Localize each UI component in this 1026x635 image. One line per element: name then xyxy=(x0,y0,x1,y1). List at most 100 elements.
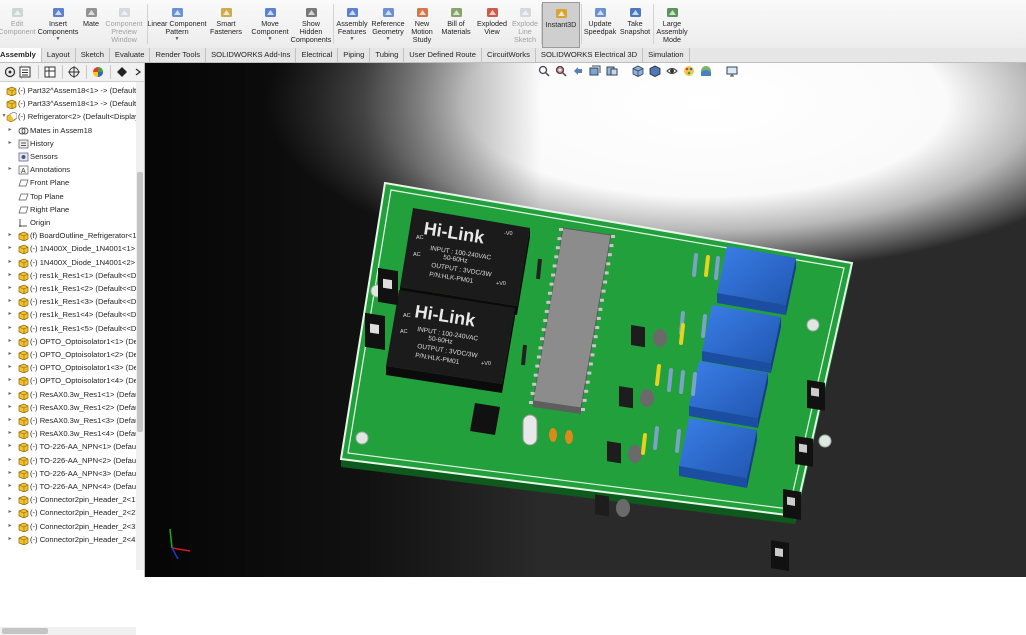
panel-overflow-chevron-icon[interactable] xyxy=(132,65,144,79)
tree-item[interactable]: ▸ (f) BoardOutline_Refrigerator<1> xyxy=(0,229,136,242)
tree-expander-icon[interactable]: ▸ xyxy=(7,295,13,308)
tree-expander-icon[interactable]: ▸ xyxy=(7,388,13,401)
tree-item[interactable]: ▸ (-) TO-226-AA_NPN<2> (Default xyxy=(0,454,136,467)
tree-expander-icon[interactable]: ▸ xyxy=(7,520,13,533)
tree-item[interactable]: ▸ (-) res1k_Res1<1> (Default<<Def xyxy=(0,269,136,282)
tree-expander-icon[interactable]: ▸ xyxy=(7,137,13,150)
tree-item[interactable]: (-) Part32^Assem18<1> -> (Default< xyxy=(0,84,136,97)
tree-expander-icon[interactable]: ▸ xyxy=(7,124,13,137)
configuration-manager-tab-icon[interactable] xyxy=(40,65,60,79)
tree-item[interactable]: ▸ (-) TO-226-AA_NPN<4> (Default xyxy=(0,480,136,493)
tab-render-tools[interactable]: Render Tools xyxy=(150,48,207,62)
tree-item[interactable]: ▸ (-) Connector2pin_Header_2<3> xyxy=(0,520,136,533)
linear-component-pattern-dropdown-arrow-icon[interactable]: ▼ xyxy=(175,36,180,42)
tree-item[interactable]: ▸ (-) ResAX0.3w_Res1<1> (Default xyxy=(0,388,136,401)
exploded-view-button[interactable]: Exploded View xyxy=(476,2,508,46)
reference-geometry-button[interactable]: Reference Geometry ▼ xyxy=(370,2,406,46)
tree-expander-icon[interactable]: ▸ xyxy=(7,163,13,176)
large-assembly-mode-button[interactable]: Large Assembly Mode xyxy=(655,2,689,46)
linear-component-pattern-button[interactable]: Linear Component Pattern ▼ xyxy=(146,2,208,46)
tab-assembly[interactable]: Assembly xyxy=(0,48,42,62)
tree-item[interactable]: ▸ (-) OPTO_Optoisolator1<4> (Def xyxy=(0,374,136,387)
new-motion-study-button[interactable]: New Motion Study xyxy=(408,2,436,46)
tree-vertical-scrollbar-thumb[interactable] xyxy=(137,172,143,432)
tree-item[interactable]: Top Plane xyxy=(0,190,136,203)
tab-solidworks-add-ins[interactable]: SOLIDWORKS Add-Ins xyxy=(206,48,297,62)
display-manager-tab-icon[interactable] xyxy=(88,65,108,79)
tree-item[interactable]: Front Plane xyxy=(0,176,136,189)
tree-expander-icon[interactable]: ▸ xyxy=(7,480,13,493)
cam-manager-tab-icon[interactable] xyxy=(112,65,132,79)
tree-item[interactable]: ▸ (-) 1N400X_Diode_1N4001<2> (D xyxy=(0,256,136,269)
tree-expander-icon[interactable]: ▸ xyxy=(7,533,13,546)
tree-item[interactable]: ▸ (-) res1k_Res1<4> (Default<<Def xyxy=(0,308,136,321)
tree-item[interactable]: ▸ (-) res1k_Res1<5> (Default<<Def xyxy=(0,322,136,335)
smart-fasteners-button[interactable]: Smart Fasteners xyxy=(210,2,242,46)
tree-expander-icon[interactable]: ▸ xyxy=(7,467,13,480)
tree-item[interactable]: ▸ (-) res1k_Res1<3> (Default<<Def xyxy=(0,295,136,308)
component-preview-window-button[interactable]: Component Preview Window xyxy=(104,2,144,46)
tree-item[interactable]: ▸ A Annotations xyxy=(0,163,136,176)
tree-item[interactable]: ▸ (-) ResAX0.3w_Res1<3> (Default xyxy=(0,414,136,427)
insert-components-button[interactable]: Insert Components ▼ xyxy=(38,2,78,46)
tree-expander-icon[interactable]: ▸ xyxy=(7,269,13,282)
tree-item[interactable]: Origin xyxy=(0,216,136,229)
tree-horizontal-scrollbar[interactable] xyxy=(0,627,136,635)
tab-user-defined-route[interactable]: User Defined Route xyxy=(404,48,482,62)
tab-circuitworks[interactable]: CircuitWorks xyxy=(482,48,536,62)
pcb-3d-model[interactable]: Hi-Link INPUT : 100-240VAC 50-60Hz OUTPU… xyxy=(145,63,1026,577)
bill-of-materials-button[interactable]: Bill of Materials xyxy=(440,2,472,46)
assembly-features-button[interactable]: Assembly Features ▼ xyxy=(336,2,368,46)
tree-horizontal-scrollbar-thumb[interactable] xyxy=(2,628,48,634)
tree-item[interactable]: ▸ (-) TO-226-AA_NPN<1> (Default xyxy=(0,440,136,453)
property-manager-tab-icon[interactable] xyxy=(15,65,35,79)
tree-expander-icon[interactable]: ▸ xyxy=(7,427,13,440)
tree-vertical-scrollbar[interactable] xyxy=(136,82,144,570)
tree-expander-icon[interactable]: ▸ xyxy=(7,282,13,295)
tree-item[interactable]: ▸ (-) Connector2pin_Header_2<1> xyxy=(0,493,136,506)
move-component-button[interactable]: Move Component ▼ xyxy=(250,2,290,46)
tab-piping[interactable]: Piping xyxy=(338,48,371,62)
tree-item[interactable]: ▸ (-) 1N400X_Diode_1N4001<1> (D xyxy=(0,242,136,255)
assembly-features-dropdown-arrow-icon[interactable]: ▼ xyxy=(350,36,355,42)
tree-expander-icon[interactable]: ▸ xyxy=(7,361,13,374)
tree-item[interactable]: ▸ (-) ResAX0.3w_Res1<4> (Default xyxy=(0,427,136,440)
tree-expander-icon[interactable]: ▸ xyxy=(7,401,13,414)
tab-sketch[interactable]: Sketch xyxy=(76,48,110,62)
tree-expander-icon[interactable]: ▸ xyxy=(7,348,13,361)
tree-item[interactable]: ▸ (-) OPTO_Optoisolator1<2> (Def xyxy=(0,348,136,361)
tree-item[interactable]: ▸ History xyxy=(0,137,136,150)
tab-simulation[interactable]: Simulation xyxy=(643,48,690,62)
tree-item[interactable]: ▸ (-) Connector2pin_Header_2<4> xyxy=(0,533,136,546)
tree-expander-icon[interactable]: ▸ xyxy=(7,308,13,321)
tab-electrical[interactable]: Electrical xyxy=(296,48,339,62)
edit-component-button[interactable]: Edit Component xyxy=(0,2,36,46)
tab-layout[interactable]: Layout xyxy=(42,48,76,62)
tab-tubing[interactable]: Tubing xyxy=(370,48,405,62)
tree-expander-icon[interactable]: ▸ xyxy=(7,242,13,255)
tree-expander-icon[interactable]: ▸ xyxy=(7,414,13,427)
update-speedpak-button[interactable]: Update Speedpak xyxy=(582,2,618,46)
tree-item[interactable]: ▾ (-) Refrigerator<2> (Default<Display xyxy=(0,110,136,123)
tree-item[interactable]: ▸ (-) TO-226-AA_NPN<3> (Default xyxy=(0,467,136,480)
tree-expander-icon[interactable]: ▸ xyxy=(7,322,13,335)
tree-item[interactable]: ▸ (-) Connector2pin_Header_2<2> xyxy=(0,506,136,519)
tree-item[interactable]: ▸ (-) OPTO_Optoisolator1<1> (Def xyxy=(0,335,136,348)
tree-expander-icon[interactable]: ▸ xyxy=(7,256,13,269)
move-component-dropdown-arrow-icon[interactable]: ▼ xyxy=(268,36,273,42)
tree-expander-icon[interactable]: ▸ xyxy=(7,506,13,519)
mate-button[interactable]: Mate xyxy=(80,2,102,46)
take-snapshot-button[interactable]: Take Snapshot xyxy=(620,2,650,46)
tree-item[interactable]: ▸ (-) ResAX0.3w_Res1<2> (Default xyxy=(0,401,136,414)
tree-item[interactable]: ▸ Mates in Assem18 xyxy=(0,124,136,137)
tab-solidworks-electrical-3d[interactable]: SOLIDWORKS Electrical 3D xyxy=(536,48,644,62)
tree-expander-icon[interactable]: ▸ xyxy=(7,229,13,242)
tab-evaluate[interactable]: Evaluate xyxy=(110,48,151,62)
explode-line-sketch-button[interactable]: Explode Line Sketch xyxy=(512,2,538,46)
graphics-viewport[interactable]: Hi-Link INPUT : 100-240VAC 50-60Hz OUTPU… xyxy=(145,63,1026,577)
tree-expander-icon[interactable]: ▸ xyxy=(7,335,13,348)
tree-expander-icon[interactable]: ▸ xyxy=(7,374,13,387)
tree-expander-icon[interactable]: ▸ xyxy=(7,440,13,453)
tree-item[interactable]: ▸ (-) OPTO_Optoisolator1<3> (Def xyxy=(0,361,136,374)
tree-expander-icon[interactable]: ▸ xyxy=(7,493,13,506)
